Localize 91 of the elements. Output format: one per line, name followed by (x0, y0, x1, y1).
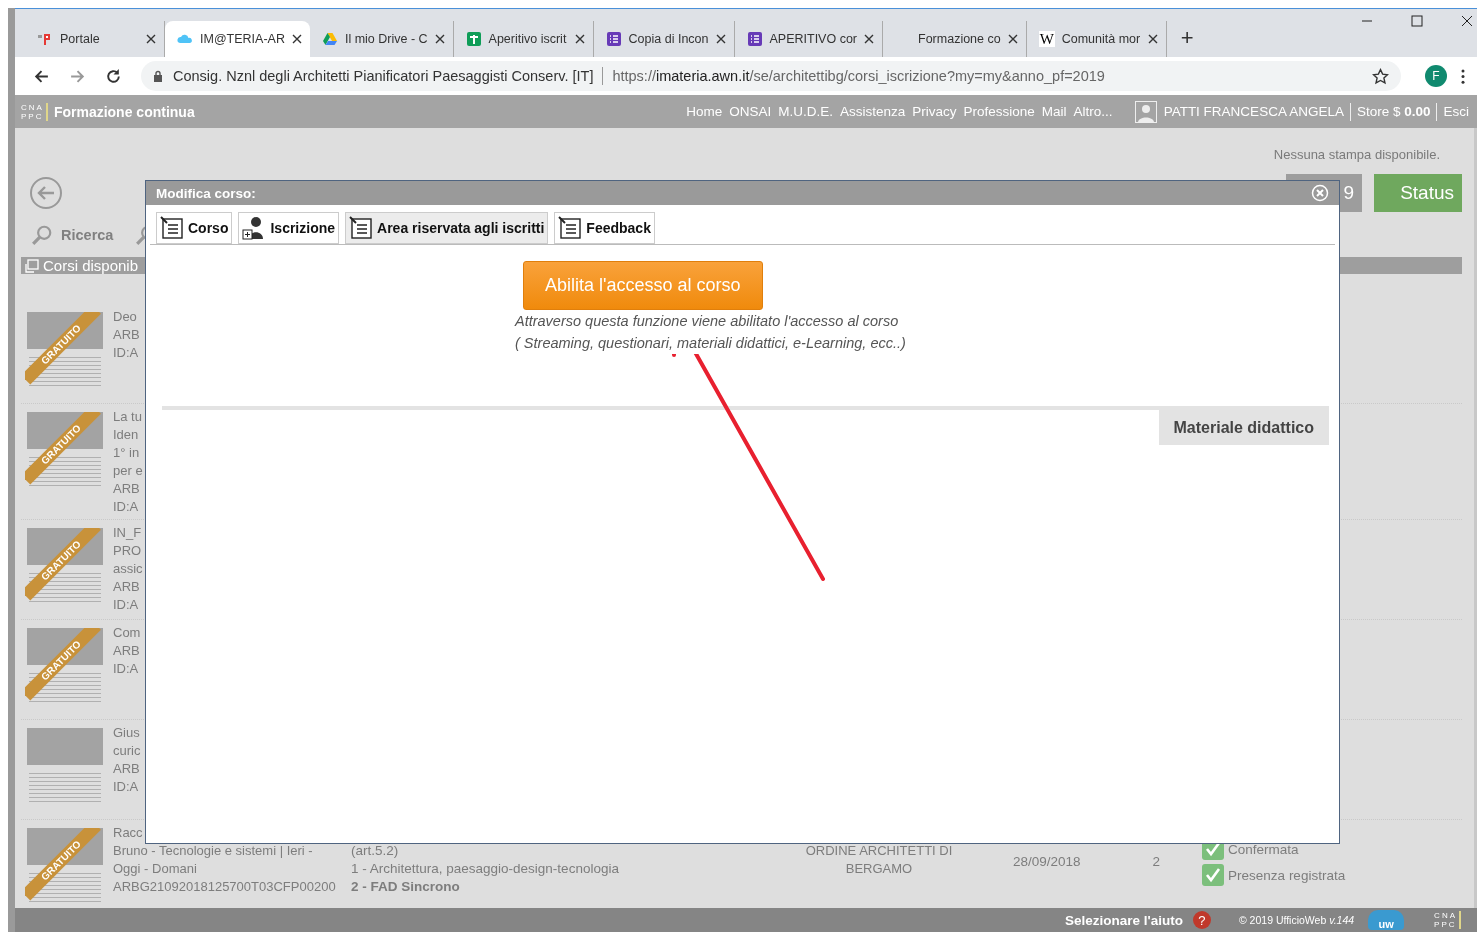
course-text: ID:A (113, 778, 140, 796)
portal-logo-icon (37, 31, 53, 47)
profile-avatar[interactable]: F (1425, 65, 1447, 87)
close-icon[interactable] (715, 34, 726, 44)
tab-title: Copia di Incon (628, 32, 709, 46)
course-text: Com (113, 624, 142, 642)
document-icon (160, 216, 184, 240)
close-icon[interactable] (1007, 34, 1018, 44)
credits-count: 2 (1152, 853, 1161, 871)
course-text: Bruno - Tecnologie e sistemi | Ieri - (113, 842, 314, 860)
tab-title: Aperitivo iscrit (488, 32, 568, 46)
star-icon[interactable] (1372, 67, 1389, 85)
print-note: Nessuna stampa disponibile. (1273, 147, 1440, 162)
course-text: ARB (113, 760, 141, 778)
close-window-icon[interactable] (1461, 15, 1473, 27)
course-topic: 1 - Architettura, paesaggio-design-tecnologia (351, 860, 620, 878)
tab-title: Portale (60, 32, 101, 46)
course-text: 1° in (113, 444, 141, 462)
description-text: Attraverso questa funzione viene abilitato l'accesso al corso (515, 310, 899, 332)
course-text: Racc (113, 824, 144, 842)
help-link[interactable]: Selezionare l'aiuto (1064, 912, 1183, 928)
wiki-icon: W (1038, 31, 1055, 47)
document-icon (349, 216, 374, 240)
tab-title: APERITIVO cor (769, 32, 858, 46)
browser-tab[interactable]: IM@TERIA-AR (165, 21, 310, 57)
course-text: per e (113, 462, 144, 480)
close-icon[interactable] (434, 34, 445, 44)
course-text: ARBG21092018125700T03CFP00200 (113, 878, 337, 896)
close-icon[interactable] (146, 34, 156, 44)
site-identity: Consig. Nznl degli Architetti Pianificatori Paesaggisti Conserv. [IT] (173, 68, 594, 84)
address-bar[interactable]: Consig. Nznl degli Architetti Pianificatori Paesaggisti Conserv. [IT] https://imateria.awn.it/se/architettibg/corsi_iscrizione?my=my&anno_pf=2019 (141, 61, 1401, 91)
site-title: Formazione continua (53, 103, 195, 120)
course-text: curic (113, 742, 142, 760)
tab-title: Comunità mor (1061, 32, 1141, 46)
course-text: Gius (113, 724, 141, 742)
search-link[interactable]: Ricerca (61, 227, 114, 243)
status-label: Confermata (1228, 841, 1299, 857)
section-title: Corsi disponib (43, 257, 139, 274)
status-label: Presenza registrata (1228, 867, 1346, 883)
tab-title: IM@TERIA-AR (200, 32, 285, 46)
course-text: ID:A (113, 344, 140, 362)
cna-logo: CNA PPC (1434, 911, 1461, 929)
cna-logo: CNA PPC (21, 102, 48, 121)
cloud-logo: uw (1368, 910, 1405, 930)
forms-icon (746, 31, 763, 47)
reload-icon[interactable] (105, 67, 122, 85)
course-topic: (art.5.2) (351, 842, 400, 860)
organizer-text: ORDINE ARCHITETTI DI BERGAMO (804, 842, 954, 878)
course-text: ID:A (113, 596, 140, 614)
course-text: ARB (113, 480, 141, 498)
dialog-tab[interactable]: Iscrizione (238, 212, 340, 244)
new-tab-button[interactable]: + (1180, 25, 1194, 51)
url-text: https://imateria.awn.it/se/architettibg/corsi_iscrizione?my=my&anno_pf=2019 (612, 68, 1106, 84)
maximize-icon[interactable] (1411, 15, 1423, 27)
dialog-title: Modifica corso: (156, 185, 256, 201)
dialog-tab[interactable]: Corso (156, 212, 233, 244)
close-icon[interactable] (1147, 34, 1158, 44)
course-text: PRO (113, 542, 143, 560)
menu-icon[interactable] (1461, 68, 1465, 84)
status-button[interactable]: Status (1374, 174, 1462, 212)
document-icon (558, 216, 583, 240)
course-text: ARB (113, 578, 141, 596)
close-icon[interactable] (574, 34, 585, 44)
forms-icon (605, 31, 622, 47)
user-icon (1134, 100, 1157, 123)
course-text: La tu (113, 408, 143, 426)
course-text: IN_F (113, 524, 143, 542)
close-icon[interactable] (291, 34, 302, 44)
dialog-tab[interactable]: Feedback (554, 212, 655, 244)
section-tab[interactable]: Materiale didattico (1158, 410, 1329, 445)
course-text: Deo (113, 308, 138, 326)
course-text: ID:A (113, 498, 140, 516)
course-date: 28/09/2018 (1013, 853, 1081, 871)
copyright-text: © 2019 UfficioWeb v.144 (1238, 914, 1355, 926)
help-icon[interactable]: ? (1192, 911, 1211, 929)
close-icon[interactable] (864, 34, 875, 44)
course-text: Oggi - Domani (113, 860, 198, 878)
course-text: assic (113, 560, 144, 578)
course-text: ARB (113, 642, 141, 660)
lock-icon (153, 70, 163, 82)
drive-icon (321, 31, 338, 47)
course-topic: 2 - FAD Sincrono (351, 878, 461, 896)
tab-title: Formazione co (918, 32, 1001, 46)
tab-title: Il mio Drive - C (344, 32, 428, 46)
course-text: ARB (113, 326, 141, 344)
courses-icon (25, 258, 39, 273)
dialog-tab[interactable]: Area riservata agli iscritti (345, 212, 549, 244)
course-text: Iden (113, 426, 140, 444)
sheets-icon (465, 31, 482, 47)
description-text: ( Streaming, questionari, materiali didattici, e-Learning, ecc..) (515, 332, 906, 354)
course-text: ID:A (113, 660, 140, 678)
